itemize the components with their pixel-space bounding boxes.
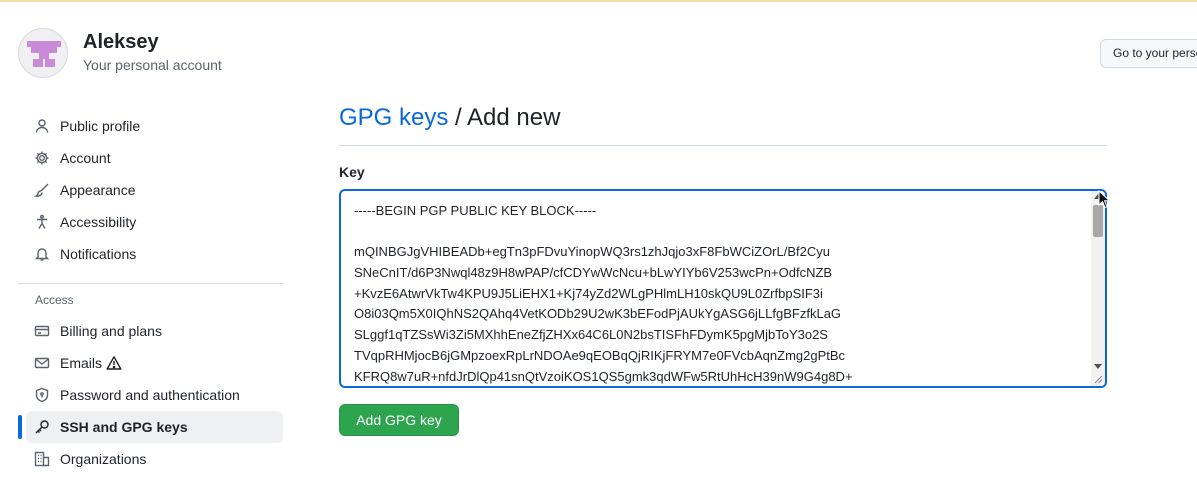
resize-grip-icon[interactable] — [1094, 375, 1103, 384]
key-field-label: Key — [339, 164, 365, 180]
sidebar-item-label: Billing and plans — [60, 323, 162, 339]
sidebar-item-emails[interactable]: Emails — [26, 347, 283, 379]
sidebar-item-accessibility[interactable]: Accessibility — [26, 206, 283, 238]
key-line: SLggf1qTZSsWi3Zi5MXhhEneZfjZHXx64C6L0N2b… — [354, 327, 828, 343]
sidebar-item-label: Account — [60, 150, 111, 166]
go-to-profile-button[interactable]: Go to your personal profile — [1100, 39, 1197, 68]
alert-icon — [106, 355, 122, 371]
sidebar-item-label: SSH and GPG keys — [60, 419, 188, 435]
sidebar-item-public-profile[interactable]: Public profile — [26, 110, 283, 142]
avatar[interactable] — [18, 28, 68, 78]
key-line: SNeCnIT/d6P3Nwql48z9H8wPAP/cfCDYwWcNcu+b… — [354, 265, 833, 281]
sidebar-item-label: Accessibility — [60, 214, 137, 230]
sidebar-section-title-access: Access — [35, 293, 74, 307]
key-icon — [34, 419, 50, 435]
sidebar-item-label: Emails — [60, 355, 103, 371]
sidebar-item-organizations[interactable]: Organizations — [26, 443, 283, 475]
username: Aleksey — [83, 31, 159, 53]
gear-icon — [34, 150, 50, 166]
key-line: TVqpRHMjocB6jGMpzoexRpLrNDOAe9qEOBqQjRIK… — [354, 347, 846, 363]
bell-icon — [34, 246, 50, 262]
page-title-suffix: / Add new — [448, 104, 561, 131]
active-indicator — [18, 415, 22, 439]
breadcrumb-gpg-keys-link[interactable]: GPG keys — [339, 104, 448, 131]
shield-lock-icon — [34, 387, 50, 403]
scroll-down-arrow-icon[interactable] — [1094, 364, 1102, 369]
mail-icon — [34, 355, 50, 371]
add-gpg-key-button[interactable]: Add GPG key — [339, 404, 459, 436]
sidebar-item-billing[interactable]: Billing and plans — [26, 315, 283, 347]
key-line: KFRQ8w7uR+nfdJrDlQp41snQtVzoiKOS1QS5gmk3… — [354, 368, 853, 384]
key-line: O8i03Qm5X0IQhNS2QAhq4VetKODb29U2wK3bEFod… — [354, 306, 842, 322]
title-divider — [339, 145, 1107, 146]
sidebar-item-password-auth[interactable]: Password and authentication — [26, 379, 283, 411]
sidebar-item-label: Organizations — [60, 451, 147, 467]
sidebar-item-notifications[interactable]: Notifications — [26, 238, 283, 270]
mouse-cursor-icon — [1098, 190, 1111, 209]
page-title: GPG keys / Add new — [339, 104, 560, 132]
sidebar-item-account[interactable]: Account — [26, 142, 283, 174]
sidebar-item-label: Notifications — [60, 246, 137, 262]
key-line: +KvzE6AtwrVkTw4KPU9J5LiEHX1+Kj74yZd2WLgP… — [354, 285, 823, 301]
key-line: mQINBGJgVHIBEADb+egTn3pFDvuYinopWQ3rs1zh… — [354, 244, 830, 260]
paintbrush-icon — [34, 182, 50, 198]
sidebar-item-label: Appearance — [60, 182, 136, 198]
sidebar-divider — [18, 283, 283, 284]
top-notice-strip — [0, 0, 1197, 2]
sidebar-item-label: Public profile — [60, 118, 141, 134]
key-textarea-content[interactable]: -----BEGIN PGP PUBLIC KEY BLOCK----- mQIN… — [354, 201, 1085, 386]
credit-card-icon — [34, 323, 50, 339]
account-type-label: Your personal account — [83, 57, 222, 73]
textarea-scrollbar[interactable] — [1091, 191, 1105, 386]
accessibility-icon — [34, 214, 50, 230]
key-textarea[interactable]: -----BEGIN PGP PUBLIC KEY BLOCK----- mQIN… — [339, 189, 1107, 388]
key-line — [354, 222, 1085, 243]
key-line: -----BEGIN PGP PUBLIC KEY BLOCK----- — [354, 203, 597, 218]
person-icon — [34, 118, 50, 134]
sidebar-item-label: Password and authentication — [60, 387, 240, 403]
organization-icon — [34, 451, 50, 467]
sidebar-item-ssh-gpg-keys[interactable]: SSH and GPG keys — [26, 411, 283, 443]
sidebar-item-appearance[interactable]: Appearance — [26, 174, 283, 206]
